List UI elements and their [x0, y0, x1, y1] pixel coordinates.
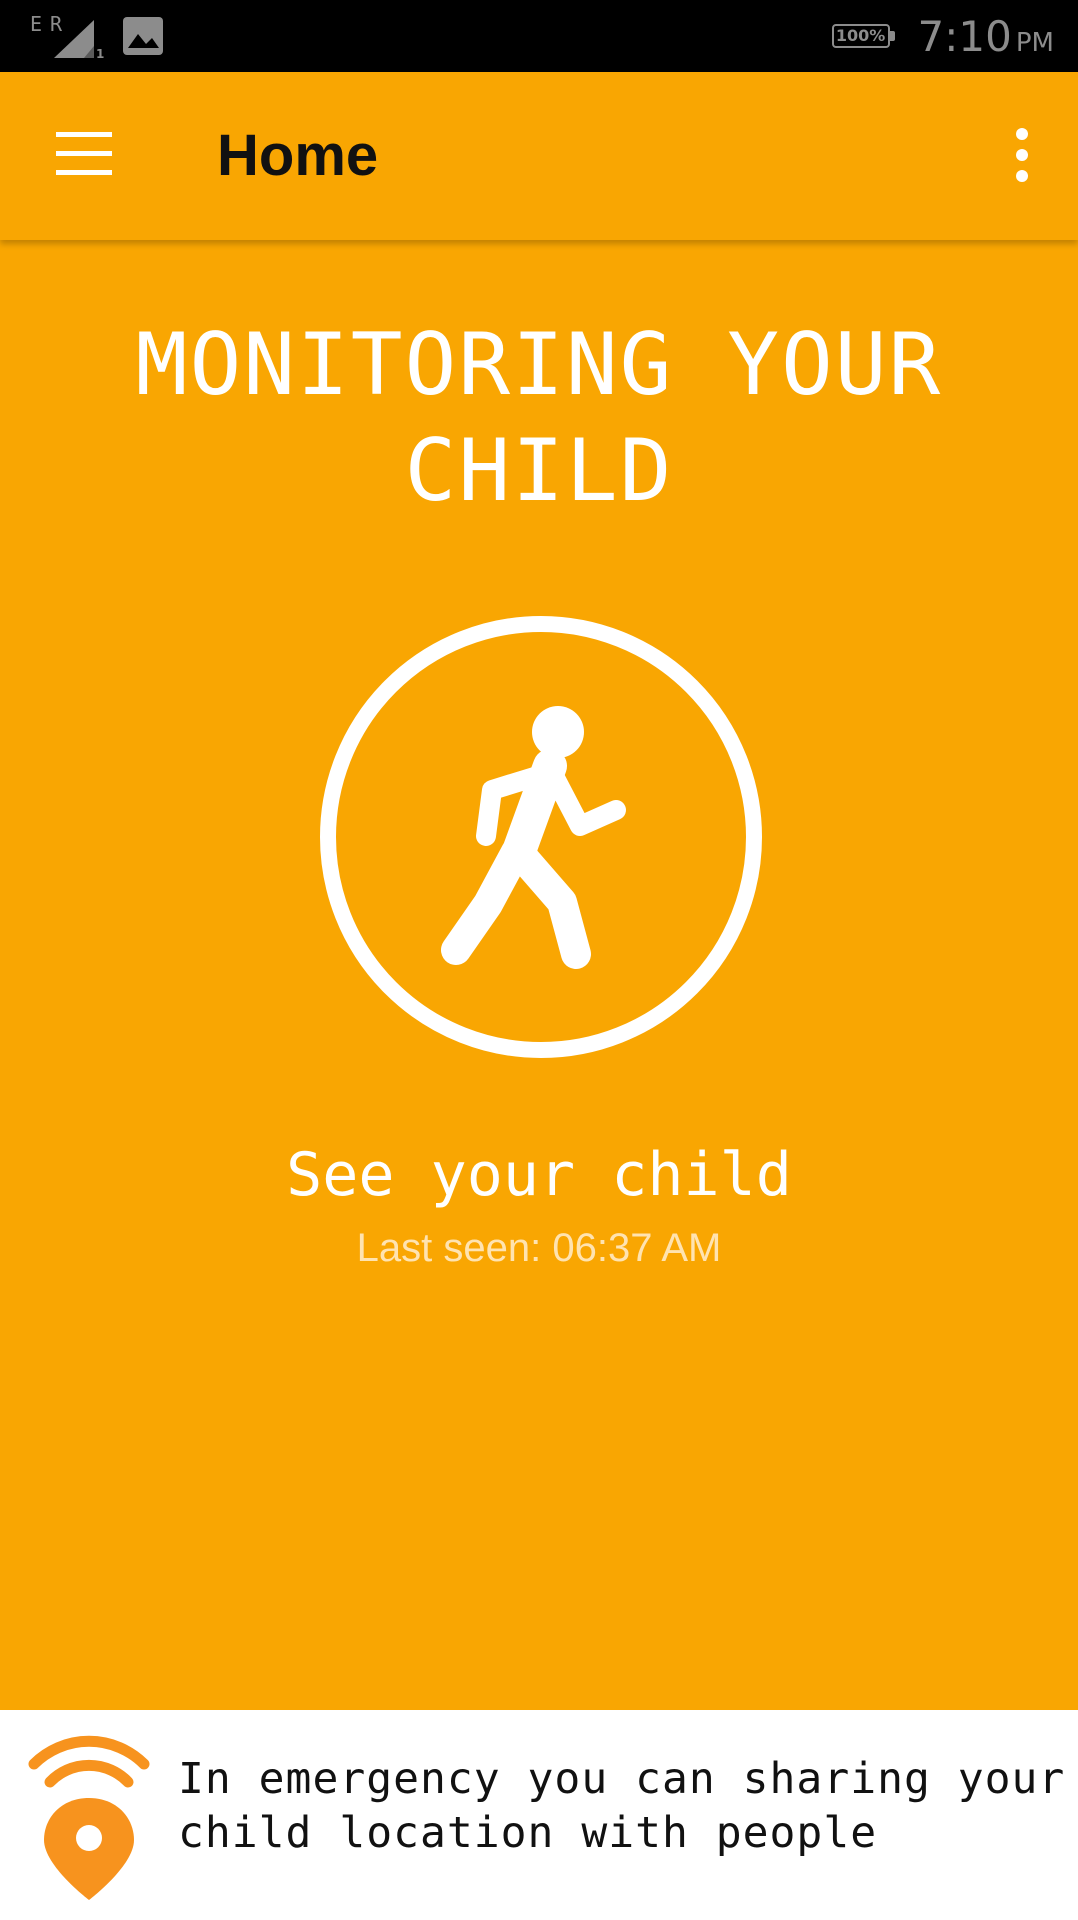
overflow-menu-icon[interactable]	[1012, 128, 1032, 184]
see-child-label[interactable]: See your child	[0, 1140, 1078, 1210]
battery-icon: 100%	[831, 22, 896, 50]
signal-icon: ER 1	[28, 12, 108, 60]
headline: MONITORING YOUR CHILD	[0, 312, 1078, 524]
sim-slot-label: 1	[96, 47, 104, 60]
battery-level: 100%	[831, 24, 890, 48]
walking-person-icon	[320, 616, 762, 1058]
banner-text: In emergency you can sharing your child …	[178, 1752, 1068, 1860]
emergency-share-banner[interactable]: In emergency you can sharing your child …	[0, 1710, 1078, 1920]
headline-line-1: MONITORING YOUR	[135, 315, 943, 415]
banner-text-line-1: In emergency you can sharing your	[178, 1754, 1066, 1804]
see-child-button[interactable]	[318, 614, 764, 1060]
status-left: ER 1	[28, 12, 164, 60]
gallery-icon	[122, 16, 164, 56]
status-right: 100% 7:10 PM	[831, 10, 1054, 62]
clock: 7:10 PM	[918, 12, 1054, 61]
status-bar: ER 1 100% 7:10 PM	[0, 0, 1078, 72]
clock-time: 7:10	[917, 11, 1012, 61]
app-bar: Home	[0, 72, 1078, 240]
banner-text-line-2: child location with people	[178, 1808, 878, 1858]
battery-tip	[889, 31, 895, 41]
menu-icon[interactable]	[56, 132, 112, 176]
page-title: Home	[217, 123, 379, 188]
last-seen-text: Last seen: 06:37 AM	[356, 1226, 722, 1270]
headline-line-2: CHILD	[404, 421, 674, 521]
location-broadcast-icon	[26, 1728, 152, 1913]
clock-ampm: PM	[1015, 27, 1054, 58]
